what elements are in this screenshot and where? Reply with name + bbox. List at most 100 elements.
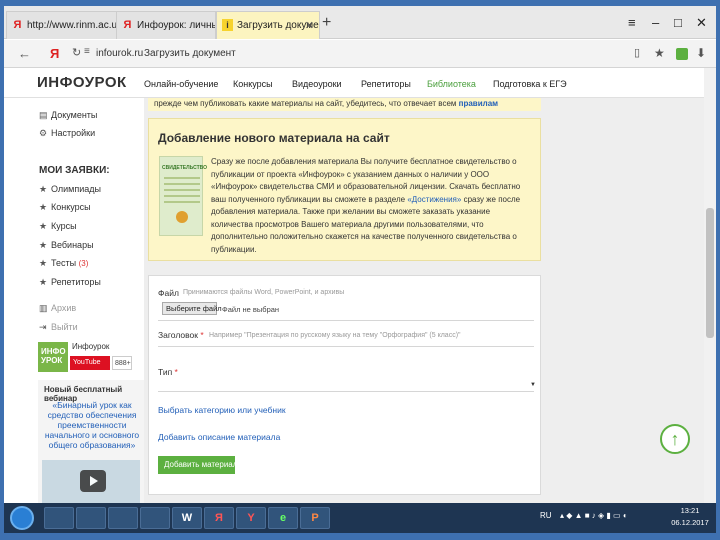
field-underline [158,320,534,321]
system-clock[interactable]: 13:21 06.12.2017 [668,505,712,529]
infourok-logo-tile[interactable]: ИНФО УРОК [38,342,68,372]
sidebar-item-label: Репетиторы [51,277,101,287]
required-asterisk: * [174,367,178,377]
clock-time: 13:21 [680,506,700,515]
sidebar-item-label: Документы [51,110,98,120]
sidebar-item-olympiads[interactable]: ★ Олимпиады [39,184,101,195]
maximize-icon[interactable]: □ [674,15,682,30]
tray-icons[interactable]: ▴ ◆ ▲ ■ ♪ ◈ ▮ ▭ ◐ [560,511,628,520]
gear-icon: ⚙ [39,128,48,138]
sidebar-heading: МОИ ЗАЯВКИ: [39,165,110,176]
sidebar-item-label: Тесты [51,258,77,268]
menu-icon[interactable]: ≡ [628,15,636,30]
logout-icon: ⇥ [39,322,47,332]
sidebar-item-tutors[interactable]: ★ Репетиторы [39,277,101,288]
browser-window: Я http://www.rinm.ac.uk/inter Я Инфоурок… [4,6,716,533]
certificate-seal-icon [176,211,188,223]
star-icon: ★ [39,277,48,287]
type-select-chevron-down-icon[interactable]: ▼ [530,382,536,388]
nav-exam-prep[interactable]: Подготовка к ЕГЭ [493,79,567,89]
bookmark-star-icon[interactable]: ★ [654,46,665,60]
powerpoint-icon[interactable]: P [300,507,330,529]
archive-icon: ▥ [39,303,48,313]
file-explorer-icon[interactable] [44,507,74,529]
chrome-icon[interactable] [108,507,138,529]
nav-tutors[interactable]: Репетиторы [361,79,411,89]
scrollbar-thumb[interactable] [706,208,714,338]
close-tab-icon[interactable]: ✕ [305,19,314,32]
infourok-label: Инфоурок [72,342,110,351]
choose-file-button[interactable]: Выберите файл [162,302,222,315]
star-icon: ★ [39,240,48,250]
card-title: Добавление нового материала на сайт [158,131,390,145]
url-host[interactable]: infourok.ru [96,48,143,59]
sidebar-item-label: Выйти [51,322,78,332]
download-icon[interactable]: ⬇ [696,46,706,60]
sidebar-item-documents[interactable]: ▤ Документы [39,110,97,121]
windows-taskbar: W Я Y e P RU ▴ ◆ ▲ ■ ♪ ◈ ▮ ▭ ◐ 13:21 06.… [4,503,716,533]
type-label: Тип * [158,367,178,377]
webinar-title-link[interactable]: «Бинарный урок как средство обеспечения … [44,400,140,450]
sidebar-item-courses[interactable]: ★ Курсы [39,221,77,232]
youtube-subscribe-button[interactable]: YouTube [70,356,110,370]
sidebar-item-logout[interactable]: ⇥ Выйти [39,322,78,333]
yandex-icon[interactable]: Y [236,507,266,529]
presentation-frame: Я http://www.rinm.ac.uk/inter Я Инфоурок… [0,0,720,540]
field-underline [158,346,534,347]
site-logo[interactable]: ИНФОУРОК [37,74,127,91]
add-description-link[interactable]: Добавить описание материала [158,432,280,442]
back-arrow-icon[interactable]: ← [18,46,31,61]
tab-upload[interactable]: i Загрузить документ ✕ [216,11,320,39]
yandex-icon[interactable]: Я [50,46,59,61]
tests-count-badge: (3) [78,259,89,268]
media-player-icon[interactable] [76,507,106,529]
nav-contests[interactable]: Конкурсы [233,79,273,89]
nav-online-learning[interactable]: Онлайн-обучение [144,79,218,89]
yandex-favicon-icon: Я [13,19,22,31]
minimize-icon[interactable]: – [652,15,659,30]
add-material-button[interactable]: Добавить материал [158,456,237,474]
type-label-text: Тип [158,367,173,377]
certificate-line [164,189,200,191]
certificate-line [164,201,200,203]
reader-mode-icon[interactable]: ▯ [634,46,640,59]
choose-category-link[interactable]: Выбрать категорию или учебник [158,405,286,415]
achievements-link[interactable]: «Достижения» [407,195,461,204]
tab-rinm[interactable]: Я http://www.rinm.ac.uk/inter [6,11,118,39]
edge-icon[interactable]: e [268,507,298,529]
new-tab-icon[interactable]: + [322,14,331,32]
word-icon[interactable]: W [172,507,202,529]
close-window-icon[interactable]: ✕ [696,15,707,31]
tab-cabinet[interactable]: Я Инфоурок: личный кабинет [116,11,216,39]
sidebar-item-archive[interactable]: ▥ Архив [39,303,76,314]
page-info-icon[interactable]: ≡ [84,46,90,57]
sidebar-item-tests[interactable]: ★ Тесты (3) [39,258,88,269]
star-icon: ★ [39,221,48,231]
scroll-to-top-arrow-icon[interactable]: ↑ [660,424,690,454]
yandex-browser-icon[interactable]: Я [204,507,234,529]
webinar-promo[interactable]: Новый бесплатный вебинар «Бинарный урок … [38,380,144,508]
rules-link[interactable]: правилам [459,99,498,108]
protect-shield-icon[interactable] [676,48,688,60]
title-input[interactable]: Например "Презентация по русскому языку … [209,332,461,339]
play-icon[interactable] [80,470,106,492]
sidebar-item-settings[interactable]: ⚙ Настройки [39,128,95,139]
document-icon: ▤ [39,110,48,120]
windows-start-icon[interactable] [10,506,34,530]
yandex-favicon-icon: Я [123,19,132,31]
clock-date: 06.12.2017 [671,518,709,527]
star-icon: ★ [39,258,48,268]
nav-library[interactable]: Библиотека [427,79,476,89]
language-indicator[interactable]: RU [540,511,552,520]
url-title[interactable]: Загрузить документ [144,48,236,59]
reload-icon[interactable]: ↻ [72,46,81,59]
webinar-video-thumbnail[interactable] [42,460,140,508]
tab-label: http://www.rinm.ac.uk/inter [27,20,118,31]
sidebar-item-webinars[interactable]: ★ Вебинары [39,240,94,251]
type-select[interactable] [158,391,534,392]
page-scrollbar[interactable] [704,68,716,508]
app-icon[interactable] [140,507,170,529]
nav-video-lessons[interactable]: Видеоуроки [292,79,342,89]
sidebar-item-label: Конкурсы [51,202,91,212]
sidebar-item-contests[interactable]: ★ Конкурсы [39,202,91,213]
